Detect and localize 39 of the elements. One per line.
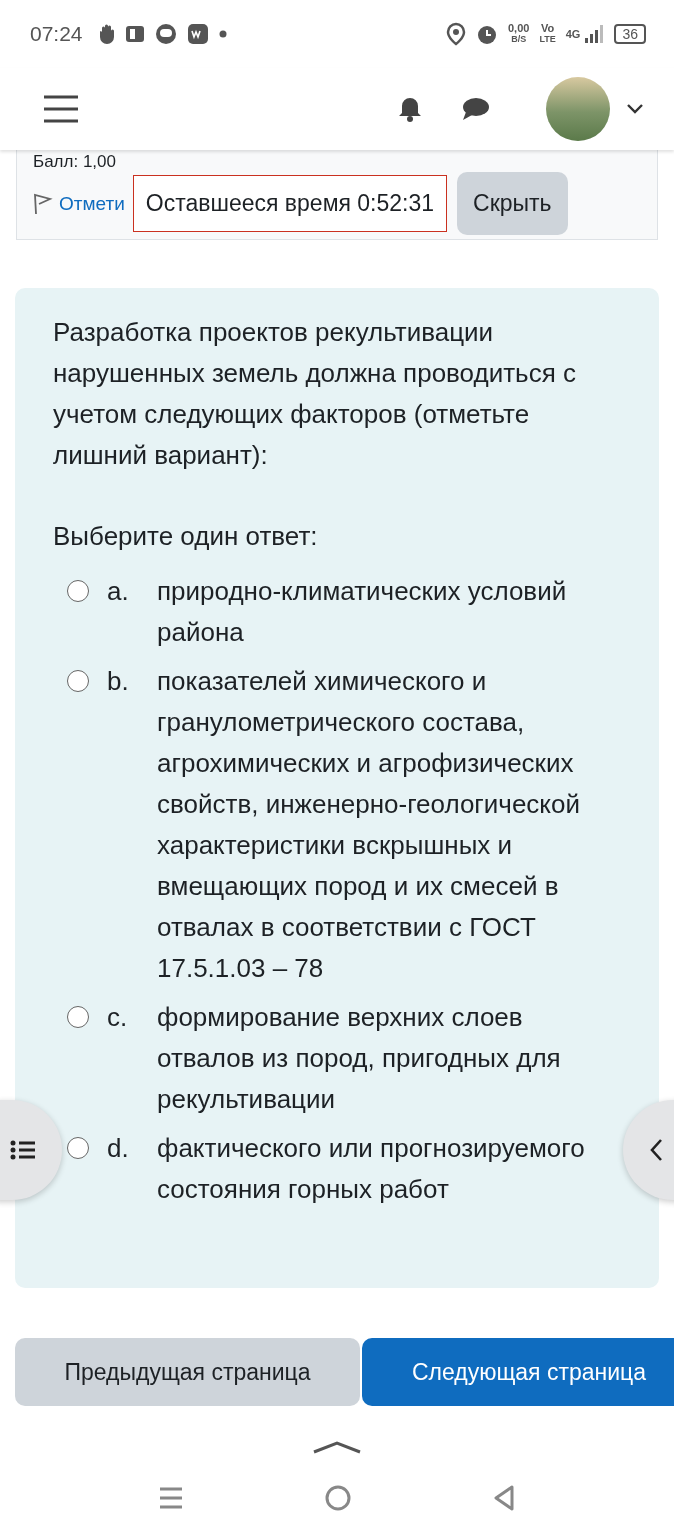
home-icon[interactable] [324,1484,352,1512]
radio-button[interactable] [67,1006,89,1028]
status-time: 07:24 [30,22,83,46]
hand-icon [98,23,115,45]
chevron-left-icon[interactable] [649,1138,663,1162]
radio-button[interactable] [67,580,89,602]
option-text[interactable]: фактического или прогнозируемого состояния горных работ [157,1128,621,1210]
signal-icon [584,24,605,44]
next-page-button[interactable]: Следующая страница [362,1338,674,1406]
network-type: 4G [565,28,581,40]
recents-icon[interactable] [158,1485,184,1511]
alarm-icon [475,23,498,45]
option-letter: a. [107,575,130,608]
flag-link[interactable]: Отмети [59,192,125,215]
list-icon[interactable] [10,1140,36,1160]
location-icon [445,22,466,46]
swipe-up-icon[interactable] [312,1440,362,1454]
previous-page-button[interactable]: Предыдущая страница [15,1338,360,1406]
flag-icon[interactable] [33,191,53,216]
answer-prompt: Выберите один ответ: [53,520,319,553]
volte-label: Vo LTE [539,23,556,45]
question-text: Разработка проектов рекультивации нарушенных земель должна проводиться с учетом следующих факторов (отметьте лишний вариант): [53,316,577,472]
chat-app-icon [154,23,177,45]
option-letter: c. [107,1001,129,1034]
grade-text: Балл: 1,00 [33,152,117,172]
menu-icon[interactable] [42,94,80,124]
radio-button[interactable] [67,1137,89,1159]
chevron-down-icon[interactable] [626,103,644,115]
option-letter: d. [107,1132,130,1165]
battery-indicator: 36 [614,24,646,44]
dot-icon [218,30,227,38]
option-letter: b. [107,665,130,698]
hide-button[interactable]: Скрыть [457,172,568,235]
chat-icon[interactable] [460,96,490,122]
app-icon [124,24,145,44]
radio-button[interactable] [67,670,89,692]
back-icon[interactable] [492,1484,516,1512]
timer: Оставшееся время 0:52:31 [132,175,448,232]
data-rate: 0,00 B/S [507,23,530,45]
